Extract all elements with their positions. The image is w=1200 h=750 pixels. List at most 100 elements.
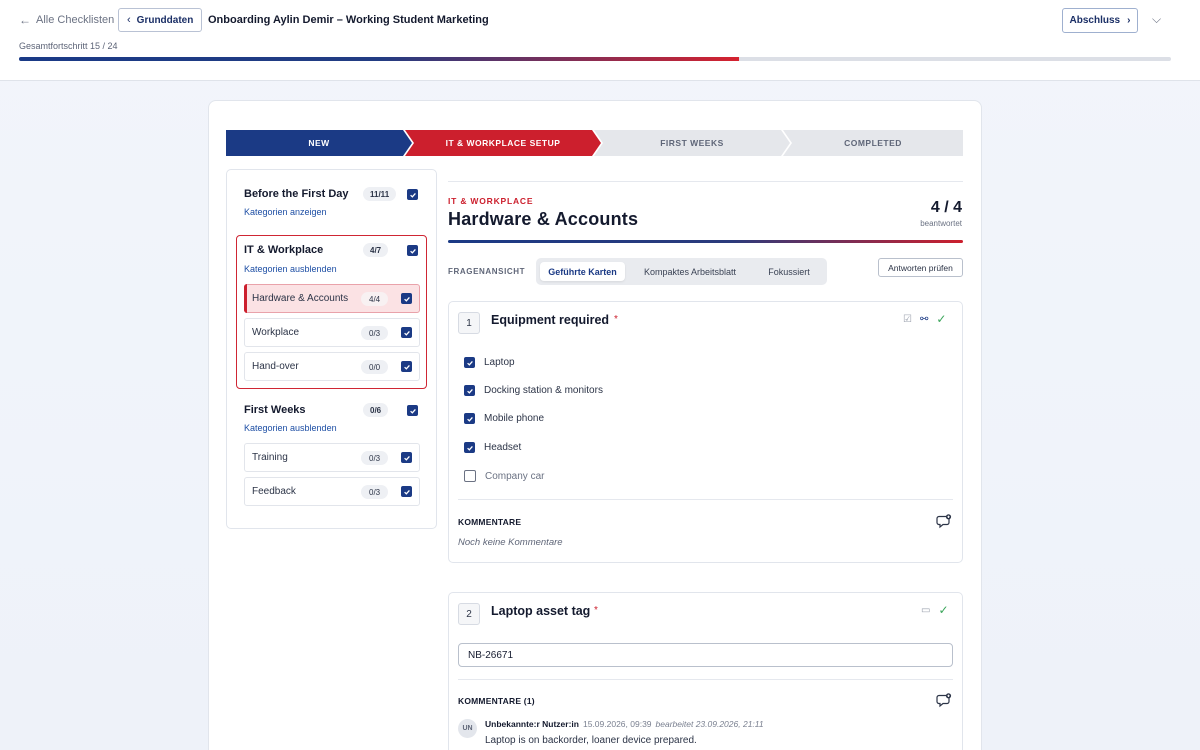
checkmark-icon	[409, 192, 416, 198]
check-success-icon: ✓	[938, 603, 949, 617]
comment-author: Unbekannte:r Nutzer:in	[485, 719, 579, 729]
option-company-car[interactable]: Company car	[464, 470, 544, 482]
sidebar-item-count: 0/3	[361, 326, 389, 340]
option-label: Laptop	[484, 357, 515, 368]
checkmark-icon	[466, 445, 473, 451]
asset-tag-input[interactable]: NB-26671	[458, 643, 953, 667]
sidebar-item-label: Workplace	[252, 327, 300, 338]
section-title: Hardware & Accounts	[448, 209, 639, 229]
back-to-checklists-link[interactable]: ← Alle Checklisten	[19, 13, 114, 27]
sidebar-item-count: 0/3	[361, 485, 389, 499]
category-count-badge: 11/11	[363, 187, 397, 201]
sidebar-item-training[interactable]: Training 0/3	[244, 443, 420, 472]
checkbox-checked[interactable]	[464, 442, 475, 453]
sidebar-item-count: 4/4	[361, 292, 389, 306]
comment-timestamp: 15.09.2026, 09:39	[582, 719, 652, 729]
category-first-weeks-title[interactable]: First Weeks	[244, 404, 306, 416]
option-mobile-phone[interactable]: Mobile phone	[464, 413, 544, 424]
checklist-icon: ☑	[903, 313, 912, 325]
step-it-workplace-setup[interactable]: IT & WORKPLACE SETUP	[405, 130, 601, 156]
checkbox-unchecked[interactable]	[464, 470, 476, 482]
top-bar: ← Alle Checklisten ‹ Grunddaten Onboardi…	[0, 0, 1200, 81]
category-checkbox[interactable]	[407, 245, 418, 256]
sidebar-item-label: Training	[252, 452, 288, 463]
sidebar-item-checkbox[interactable]	[401, 361, 412, 372]
sidebar-item-checkbox[interactable]	[401, 327, 412, 338]
checkmark-icon	[409, 408, 416, 414]
comments-label: KOMMENTARE	[458, 517, 522, 527]
sidebar-item-workplace[interactable]: Workplace 0/3	[244, 318, 420, 347]
step-new[interactable]: NEW	[226, 130, 412, 156]
add-comment-icon[interactable]	[936, 513, 952, 529]
category-checkbox[interactable]	[407, 189, 418, 200]
checkmark-icon	[466, 360, 473, 366]
sidebar-item-feedback[interactable]: Feedback 0/3	[244, 477, 420, 506]
option-docking-station[interactable]: Docking station & monitors	[464, 385, 603, 396]
question-title: Equipment required	[491, 313, 610, 327]
question-card	[448, 301, 963, 563]
chevron-down-icon[interactable]: ⌵	[1152, 12, 1161, 27]
chevron-left-icon: ‹	[127, 14, 131, 26]
check-answers-button[interactable]: Antworten prüfen	[878, 258, 963, 277]
check-success-icon: ✓	[936, 312, 947, 326]
overall-progress-fill	[19, 57, 739, 61]
question-number: 1	[458, 312, 480, 334]
category-it-workplace-title[interactable]: IT & Workplace	[244, 244, 323, 256]
sidebar-item-checkbox[interactable]	[401, 293, 412, 304]
branch-icon[interactable]: ⚯	[920, 314, 928, 325]
category-before-first-day-title[interactable]: Before the First Day	[244, 188, 349, 200]
option-headset[interactable]: Headset	[464, 442, 521, 453]
checkmark-icon	[409, 248, 416, 254]
section-overline: IT & WORKPLACE	[448, 196, 534, 206]
checkbox-checked[interactable]	[464, 413, 475, 424]
arrow-left-icon: ←	[19, 13, 31, 27]
comment-meta: Unbekannte:r Nutzer:in 15.09.2026, 09:39 b…	[485, 719, 764, 729]
sidebar-item-hand-over[interactable]: Hand-over 0/0	[244, 352, 420, 381]
question-status-icons: ▭ ✓	[921, 603, 949, 617]
text-field-icon: ▭	[921, 604, 931, 616]
section-score-label: beantwortet	[920, 219, 962, 228]
question-status-icons: ☑ ⚯ ✓	[903, 312, 946, 326]
tab-guided-cards[interactable]: Geführte Karten	[540, 262, 625, 281]
add-comment-icon[interactable]	[936, 692, 952, 708]
checkmark-icon	[403, 489, 410, 495]
back-link-label: Alle Checklisten	[36, 14, 115, 26]
section-progress-bar	[448, 240, 963, 243]
comments-divider	[458, 499, 953, 500]
checkmark-icon	[466, 388, 473, 394]
tab-focused[interactable]: Fokussiert	[756, 262, 822, 281]
view-mode-label: FRAGENANSICHT	[448, 267, 526, 276]
comments-label: KOMMENTARE (1)	[458, 696, 535, 706]
hide-categories-link[interactable]: Kategorien ausblenden	[244, 264, 337, 274]
sidebar-item-hardware-accounts[interactable]: Hardware & Accounts 4/4	[244, 284, 420, 313]
sidebar-item-checkbox[interactable]	[401, 452, 412, 463]
grunddaten-button[interactable]: ‹ Grunddaten	[118, 8, 203, 32]
sidebar-item-checkbox[interactable]	[401, 486, 412, 497]
step-completed[interactable]: COMPLETED	[783, 130, 963, 156]
grunddaten-label: Grunddaten	[136, 14, 194, 26]
category-count-badge: 0/6	[363, 403, 389, 417]
option-label: Mobile phone	[484, 413, 545, 424]
option-laptop[interactable]: Laptop	[464, 357, 515, 368]
sidebar-item-label: Feedback	[252, 486, 296, 497]
checkbox-checked[interactable]	[464, 357, 475, 368]
question-number: 2	[458, 603, 480, 625]
checkmark-icon	[466, 416, 473, 422]
category-count-badge: 4/7	[363, 243, 389, 257]
tab-compact-worksheet[interactable]: Kompaktes Arbeitsblatt	[632, 262, 748, 281]
hide-categories-link[interactable]: Kategorien ausblenden	[244, 423, 337, 433]
comments-empty-text: Noch keine Kommentare	[458, 537, 563, 548]
show-categories-link[interactable]: Kategorien anzeigen	[244, 207, 327, 217]
step-first-weeks[interactable]: FIRST WEEKS	[594, 130, 790, 156]
avatar: UN	[458, 719, 477, 738]
option-label: Docking station & monitors	[484, 385, 603, 396]
abschluss-button[interactable]: Abschluss ›	[1062, 8, 1138, 33]
overall-progress-bar	[19, 57, 1171, 61]
required-marker: *	[594, 605, 598, 616]
comments-divider	[458, 679, 953, 680]
section-top-divider	[448, 181, 963, 182]
comment-edited: bearbeitet 23.09.2026, 21:11	[655, 719, 764, 729]
category-checkbox[interactable]	[407, 405, 418, 416]
sidebar-item-label: Hardware & Accounts	[252, 293, 349, 304]
checkbox-checked[interactable]	[464, 385, 475, 396]
